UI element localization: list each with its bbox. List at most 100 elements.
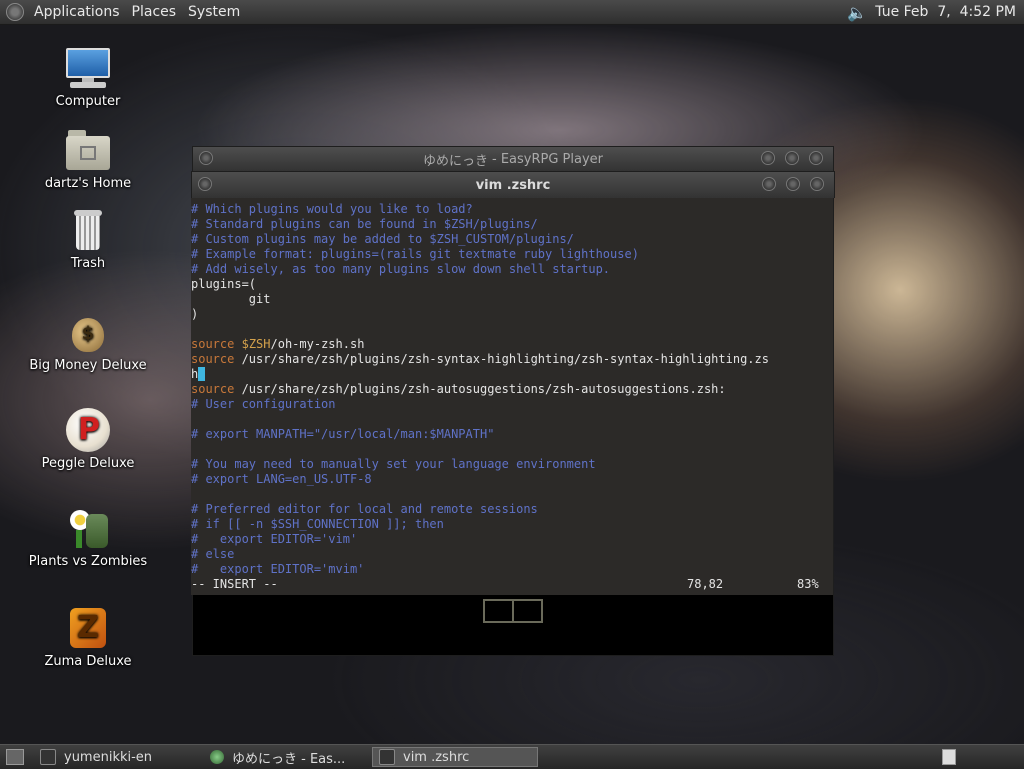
minimize-button[interactable]: [762, 177, 776, 191]
desktop-icon-label: Peggle Deluxe: [41, 456, 135, 471]
window-menu-button[interactable]: [198, 177, 212, 191]
taskbar-item-label: vim .zshrc: [403, 749, 470, 765]
vim-line-segment: # Custom plugins may be added to $ZSH_CU…: [191, 232, 574, 246]
vim-titlebar[interactable]: vim .zshrc: [192, 172, 834, 198]
top-panel: Applications Places System 🔈 Tue Feb 7, …: [0, 0, 1024, 25]
vim-buffer-line: # if [[ -n $SSH_CONNECTION ]]; then: [191, 517, 833, 532]
vim-line-segment: [191, 412, 198, 426]
vim-buffer-line: h: [191, 367, 833, 382]
window-title: vim .zshrc: [475, 177, 551, 193]
vim-line-segment: source: [191, 337, 235, 351]
zuma-icon: Z: [64, 606, 112, 650]
maximize-button[interactable]: [786, 177, 800, 191]
desktop-icon-label: Big Money Deluxe: [29, 358, 147, 373]
desktop-icon-peggle[interactable]: P Peggle Deluxe: [28, 408, 148, 471]
volume-icon[interactable]: 🔈: [847, 3, 867, 22]
terminal-icon: [40, 749, 56, 765]
desktop-icon-big-money[interactable]: $ Big Money Deluxe: [28, 310, 148, 373]
trash-icon: [64, 208, 112, 252]
taskbar-item-yumenikki[interactable]: yumenikki-en: [34, 747, 202, 767]
vim-buffer-line: git: [191, 292, 833, 307]
vim-line-segment: ): [191, 307, 199, 321]
vim-line-segment: [191, 487, 198, 501]
window-title: - EasyRPG Player: [492, 151, 604, 167]
vim-line-segment: # Add wisely, as too many plugins slow d…: [191, 262, 611, 276]
vim-line-segment: [191, 442, 198, 456]
vim-line-segment: # else: [191, 547, 235, 561]
vim-buffer-line: [191, 412, 833, 427]
vim-buffer-line: [191, 442, 833, 457]
vim-line-segment: # export EDITOR='mvim': [191, 562, 365, 576]
window-title-prefix: ゆめにっき: [422, 153, 488, 169]
desktop-icon-trash[interactable]: Trash: [28, 208, 148, 271]
vim-buffer-line: # export EDITOR='vim': [191, 532, 833, 547]
vim-buffer-line: source $ZSH/oh-my-zsh.sh: [191, 337, 833, 352]
desktop-icon-label: Computer: [55, 94, 121, 109]
vim-line-segment: source: [191, 352, 235, 366]
maximize-button[interactable]: [785, 151, 799, 165]
menu-applications[interactable]: Applications: [30, 4, 128, 20]
money-bag-icon: $: [64, 310, 112, 354]
vim-buffer-line: plugins=(: [191, 277, 833, 292]
vim-line-segment: # if [[ -n $SSH_CONNECTION ]]; then: [191, 517, 444, 531]
vim-status-line: -- INSERT -- 78,82 83%: [191, 577, 833, 592]
vim-line-segment: /usr/share/zsh/plugins/zsh-syntax-highli…: [234, 352, 769, 366]
vim-buffer-line: # else: [191, 547, 833, 562]
desktop-icon-label: dartz's Home: [44, 176, 132, 191]
vim-line-segment: # export MANPATH="/usr/local/man:$MANPAT…: [191, 427, 495, 441]
vim-buffer-line: source /usr/share/zsh/plugins/zsh-syntax…: [191, 352, 833, 367]
desktop-icon-home[interactable]: dartz's Home: [28, 128, 148, 191]
panel-tray: 🔈 Tue Feb 7, 4:52 PM: [847, 0, 1016, 24]
vim-buffer-line: # Custom plugins may be added to $ZSH_CU…: [191, 232, 833, 247]
distro-logo-icon[interactable]: [6, 3, 24, 21]
easyrpg-icon: [210, 750, 224, 764]
desktop-icon-label: Zuma Deluxe: [44, 654, 132, 669]
vim-buffer-line: # Preferred editor for local and remote …: [191, 502, 833, 517]
close-button[interactable]: [809, 151, 823, 165]
taskbar-item-label: yumenikki-en: [64, 749, 153, 765]
vim-line-segment: [191, 322, 198, 336]
desktop-icon-pvz[interactable]: Plants vs Zombies: [28, 506, 148, 569]
vim-scroll-percent: 83%: [797, 577, 819, 591]
vim-line-segment: # Preferred editor for local and remote …: [191, 502, 538, 516]
vim-buffer-line: source /usr/share/zsh/plugins/zsh-autosu…: [191, 382, 833, 397]
desktop-icon-computer[interactable]: Computer: [28, 46, 148, 109]
vim-buffer-line: # Add wisely, as too many plugins slow d…: [191, 262, 833, 277]
home-folder-icon: [64, 128, 112, 172]
vim-buffer-line: # User configuration: [191, 397, 833, 412]
vim-line-segment: [234, 337, 241, 351]
clock[interactable]: Tue Feb 7, 4:52 PM: [875, 4, 1016, 20]
vim-buffer-line: # Standard plugins can be found in $ZSH/…: [191, 217, 833, 232]
vim-line-segment: source: [191, 382, 235, 396]
window-menu-button[interactable]: [199, 151, 213, 165]
taskbar-item-vim[interactable]: vim .zshrc: [372, 747, 538, 767]
menu-places[interactable]: Places: [128, 4, 185, 20]
menu-system[interactable]: System: [184, 4, 248, 20]
vim-mode-indicator: -- INSERT --: [191, 577, 278, 591]
vim-cursor-position: 78,82: [687, 577, 724, 591]
vim-buffer-line: ): [191, 307, 833, 322]
vim-buffer-line: [191, 322, 833, 337]
easyrpg-titlebar[interactable]: ゆめにっき - EasyRPG Player: [193, 147, 833, 171]
vim-line-segment: $ZSH: [241, 337, 271, 351]
vim-editor-area[interactable]: # Which plugins would you like to load? #…: [191, 198, 833, 595]
vim-line-segment: git: [191, 292, 271, 306]
vim-cursor: [198, 367, 206, 381]
desktop-icon-zuma[interactable]: Z Zuma Deluxe: [28, 606, 148, 669]
computer-icon: [64, 46, 112, 90]
vim-buffer-line: # Example format: plugins=(rails git tex…: [191, 247, 833, 262]
show-desktop-icon[interactable]: [6, 749, 24, 765]
taskbar-item-label: ゆめにっき - Eas...: [232, 751, 346, 767]
taskbar-item-easyrpg[interactable]: ゆめにっき - Eas...: [204, 747, 370, 767]
close-button[interactable]: [810, 177, 824, 191]
minimize-button[interactable]: [761, 151, 775, 165]
workspace-switcher-icon[interactable]: [942, 749, 956, 765]
vim-line-segment: # Which plugins would you like to load?: [191, 202, 473, 216]
vim-window[interactable]: vim .zshrc: [191, 171, 835, 198]
taskbar: yumenikki-en ゆめにっき - Eas... vim .zshrc: [0, 744, 1024, 769]
desktop-icon-label: Plants vs Zombies: [28, 554, 148, 569]
vim-line-segment: /oh-my-zsh.sh: [270, 337, 365, 351]
vim-buffer-line: # You may need to manually set your lang…: [191, 457, 833, 472]
vim-line-segment: # You may need to manually set your lang…: [191, 457, 596, 471]
vim-line-segment: /usr/share/zsh/plugins/zsh-autosuggestio…: [234, 382, 726, 396]
